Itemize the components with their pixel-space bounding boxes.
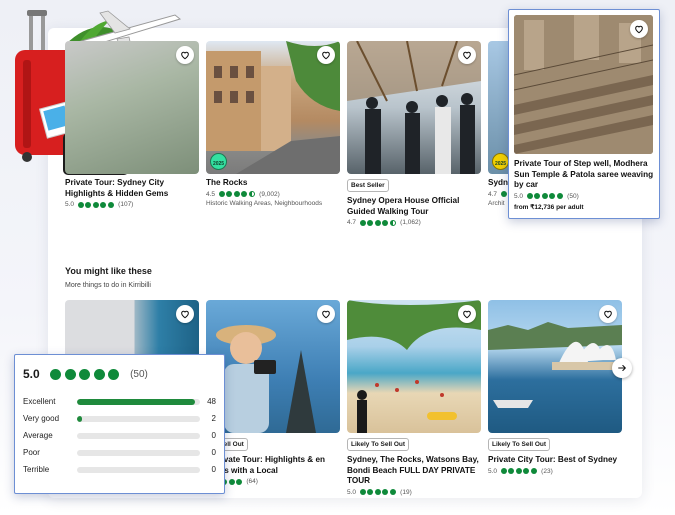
rating: 5.0 (23): [488, 468, 622, 475]
travellers-choice-badge: 2025: [210, 153, 227, 170]
tour-card-image[interactable]: [65, 41, 199, 174]
rating-bar-label: Very good: [23, 414, 60, 423]
rating-bar-track: [77, 466, 200, 473]
rating-bar-row[interactable]: Average 0: [23, 427, 216, 444]
review-count: (9,002): [259, 190, 280, 198]
rating: 4.7: [488, 191, 510, 198]
rating-bar-track: [77, 415, 200, 422]
likely-to-sell-out-badge: Likely To Sell Out: [347, 438, 410, 451]
recommendation-card-4[interactable]: Likely To Sell Out Private City Tour: Be…: [488, 300, 622, 475]
rating-score: 5.0: [488, 467, 498, 475]
category-text: Historic Walking Areas, Neighbourhoods: [206, 199, 323, 207]
likely-to-sell-out-badge: Likely To Sell Out: [488, 438, 551, 451]
heart-icon[interactable]: [317, 46, 335, 64]
tour-card-image[interactable]: 2025: [488, 41, 510, 174]
chevron-right-icon: [618, 364, 626, 372]
rating-bar-count: 48: [207, 397, 216, 406]
rating-bar-track: [77, 398, 200, 405]
rating-bar-row[interactable]: Poor 0: [23, 444, 216, 461]
rating-bar-row[interactable]: Very good 2: [23, 410, 216, 427]
rating-bars: Excellent 48 Very good 2 Average 0 Poor 0 Terrib…: [23, 393, 216, 478]
tour-card-4[interactable]: 2025 Sydn 4.7 Archit: [488, 41, 510, 207]
stepwell-scene: [514, 15, 653, 154]
rating-bar-track: [77, 449, 200, 456]
tour-card-2[interactable]: 2025 The Rocks 4.5 (9,002) Historic Walk…: [206, 41, 340, 207]
section-title: You might like these: [65, 266, 152, 276]
review-count: (50): [567, 192, 579, 200]
review-count: (23): [541, 467, 553, 475]
stepwell-image[interactable]: [514, 15, 653, 154]
rating-bar-label: Terrible: [23, 465, 50, 474]
rating-bar-label: Average: [23, 431, 53, 440]
tour-card-image[interactable]: [347, 300, 481, 433]
tour-title[interactable]: Private Tour of Step well, Modhera Sun T…: [514, 159, 654, 191]
recommendation-card-3[interactable]: Likely To Sell Out Sydney, The Rocks, Wa…: [347, 300, 481, 496]
rating: 4.7 (1,062): [347, 219, 481, 226]
rating-bar-row[interactable]: Terrible 0: [23, 461, 216, 478]
rating-score: 5.0: [347, 488, 357, 496]
rating-bar-track: [77, 432, 200, 439]
review-total: (50): [130, 368, 148, 380]
carousel-next-button[interactable]: [612, 358, 632, 378]
tour-card-image[interactable]: [347, 41, 481, 174]
review-count: (1,062): [400, 219, 421, 226]
heart-icon[interactable]: [458, 305, 476, 323]
category-text: Archit: [488, 199, 505, 207]
rating: 5.0 (19): [347, 489, 481, 496]
section-subtitle: More things to do in Kirribilli: [65, 282, 151, 289]
rating-bar-label: Poor: [23, 448, 40, 457]
heart-icon[interactable]: [317, 305, 335, 323]
tour-title[interactable]: Sydn: [488, 178, 510, 189]
review-summary-header: 5.0 (50): [23, 365, 216, 383]
rating: 5.0 (107): [65, 201, 199, 208]
heart-icon[interactable]: [599, 305, 617, 323]
rating-bar-fill: [77, 398, 196, 405]
recommendation-card-2[interactable]: To Sell Out y Private Tour: Highlights &…: [206, 300, 340, 485]
rating-bar-label: Excellent: [23, 397, 56, 406]
rating-bar-count: 2: [211, 414, 216, 423]
rating-bar-row[interactable]: Excellent 48: [23, 393, 216, 410]
tour-title[interactable]: Sydney Opera House Official Guided Walki…: [347, 196, 481, 217]
travellers-choice-badge: 2025: [492, 153, 509, 170]
tour-title[interactable]: The Rocks: [206, 178, 340, 189]
heart-icon[interactable]: [458, 46, 476, 64]
rating: 4.5 (9,002): [206, 191, 340, 198]
tour-card-image[interactable]: [488, 300, 622, 433]
heart-icon[interactable]: [630, 20, 648, 38]
price-text: from ₹12,736 per adult: [514, 203, 584, 211]
review-score: 5.0: [23, 367, 40, 381]
heart-icon[interactable]: [176, 46, 194, 64]
best-seller-badge: Best Seller: [347, 179, 389, 192]
review-count: (107): [118, 201, 134, 208]
heart-icon[interactable]: [176, 305, 194, 323]
rating-score: 5.0: [65, 201, 75, 208]
tour-title[interactable]: y Private Tour: Highlights & en Gems wit…: [206, 455, 340, 476]
rating-score: 4.5: [206, 190, 216, 198]
rating: 5.0 (50): [514, 193, 654, 200]
tour-card-image[interactable]: [206, 300, 340, 433]
tour-card-3[interactable]: Best Seller Sydney Opera House Official …: [347, 41, 481, 226]
review-count: (64): [246, 478, 258, 485]
rating-bar-fill: [77, 415, 82, 422]
rating: (64): [206, 478, 340, 485]
tour-title[interactable]: Sydney, The Rocks, Watsons Bay, Bondi Be…: [347, 455, 481, 487]
highlighted-tour-card[interactable]: Private Tour of Step well, Modhera Sun T…: [508, 9, 660, 219]
rating-bar-count: 0: [211, 448, 216, 457]
rating-score: 4.7: [347, 219, 357, 226]
tour-title[interactable]: Private City Tour: Best of Sydney: [488, 455, 622, 466]
tour-title[interactable]: Private Tour: Sydney City Highlights & H…: [65, 178, 199, 199]
rating-score: 5.0: [514, 192, 524, 200]
tour-card-1[interactable]: Private Tour: Sydney City Highlights & H…: [65, 41, 199, 208]
tour-card-image[interactable]: 2025: [206, 41, 340, 174]
review-summary-card: 5.0 (50) Excellent 48 Very good 2 Average 0 Po…: [14, 354, 225, 494]
review-count: (19): [400, 488, 412, 496]
rating-bar-count: 0: [211, 431, 216, 440]
rating-score: 4.7: [488, 190, 498, 198]
rating-bar-count: 0: [211, 465, 216, 474]
